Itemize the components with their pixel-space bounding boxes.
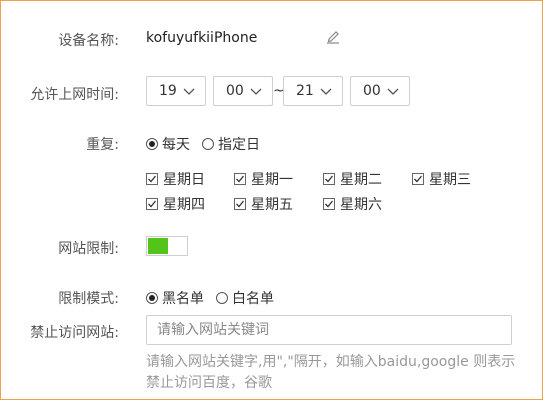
blocked-sites-label: 禁止访问网站: — [30, 325, 119, 341]
checkbox-checked[interactable] — [234, 198, 246, 210]
limit-mode-option-label: 黑名单 — [162, 291, 204, 307]
day-label: 星期三 — [429, 172, 471, 188]
end-hour-value: 21 — [296, 83, 314, 99]
radio-selected[interactable] — [146, 292, 158, 304]
day-label: 星期四 — [163, 197, 205, 213]
day-label: 星期一 — [251, 172, 293, 188]
day-label: 星期日 — [163, 172, 205, 188]
repeat-label: 重复: — [86, 137, 119, 153]
day-label: 星期二 — [340, 172, 382, 188]
checkbox-checked[interactable] — [146, 173, 158, 185]
device-name-label: 设备名称: — [58, 33, 119, 49]
limit-mode-whitelist[interactable]: 白名单 — [216, 288, 274, 308]
end-minute-value: 00 — [363, 83, 381, 99]
limit-mode-label: 限制模式: — [58, 291, 119, 307]
day-label: 星期六 — [340, 197, 382, 213]
blocked-sites-input[interactable] — [146, 315, 512, 345]
device-name-value: kofuyufkiiPhone — [146, 30, 258, 46]
chevron-down-icon — [183, 88, 195, 95]
checkbox-checked[interactable] — [323, 173, 335, 185]
day-checkbox-wed[interactable]: 星期三 — [412, 169, 471, 189]
start-minute-value: 00 — [226, 83, 244, 99]
day-checkbox-tue[interactable]: 星期二 — [323, 169, 382, 189]
limit-mode-blacklist[interactable]: 黑名单 — [146, 288, 204, 308]
blocked-sites-hint: 请输入网站关键字,用","隔开，如输入baidu,google 则表示禁止访问百… — [146, 354, 516, 391]
repeat-option-label: 每天 — [162, 137, 190, 153]
start-hour-select[interactable]: 19 — [146, 76, 206, 106]
start-hour-value: 19 — [159, 83, 177, 99]
radio-unselected[interactable] — [216, 292, 228, 304]
radio-unselected[interactable] — [202, 138, 214, 150]
checkbox-checked[interactable] — [323, 198, 335, 210]
day-checkbox-mon[interactable]: 星期一 — [234, 169, 293, 189]
end-hour-select[interactable]: 21 — [283, 76, 343, 106]
chevron-down-icon — [320, 88, 332, 95]
toggle-on-indicator — [148, 238, 168, 254]
radio-selected[interactable] — [146, 138, 158, 150]
site-limit-label: 网站限制: — [58, 241, 119, 257]
site-limit-toggle[interactable] — [146, 236, 188, 256]
repeat-option-label: 指定日 — [218, 137, 260, 153]
repeat-radio-group: 每天 指定日 — [146, 134, 272, 154]
checkbox-checked[interactable] — [412, 173, 424, 185]
chevron-down-icon — [387, 88, 399, 95]
repeat-option-specific[interactable]: 指定日 — [202, 134, 260, 154]
checkbox-checked[interactable] — [146, 198, 158, 210]
checkbox-checked[interactable] — [234, 173, 246, 185]
day-checkbox-fri[interactable]: 星期五 — [234, 194, 293, 214]
day-label: 星期五 — [251, 197, 293, 213]
limit-mode-option-label: 白名单 — [232, 291, 274, 307]
day-checkbox-sat[interactable]: 星期六 — [323, 194, 382, 214]
day-checkbox-sun[interactable]: 星期日 — [146, 169, 205, 189]
pencil-icon[interactable] — [326, 28, 340, 44]
day-checkbox-thu[interactable]: 星期四 — [146, 194, 205, 214]
chevron-down-icon — [250, 88, 262, 95]
limit-mode-radio-group: 黑名单 白名单 — [146, 288, 286, 308]
repeat-option-daily[interactable]: 每天 — [146, 134, 190, 154]
start-minute-select[interactable]: 00 — [213, 76, 273, 106]
allowed-time-label: 允许上网时间: — [30, 87, 119, 103]
end-minute-select[interactable]: 00 — [350, 76, 410, 106]
